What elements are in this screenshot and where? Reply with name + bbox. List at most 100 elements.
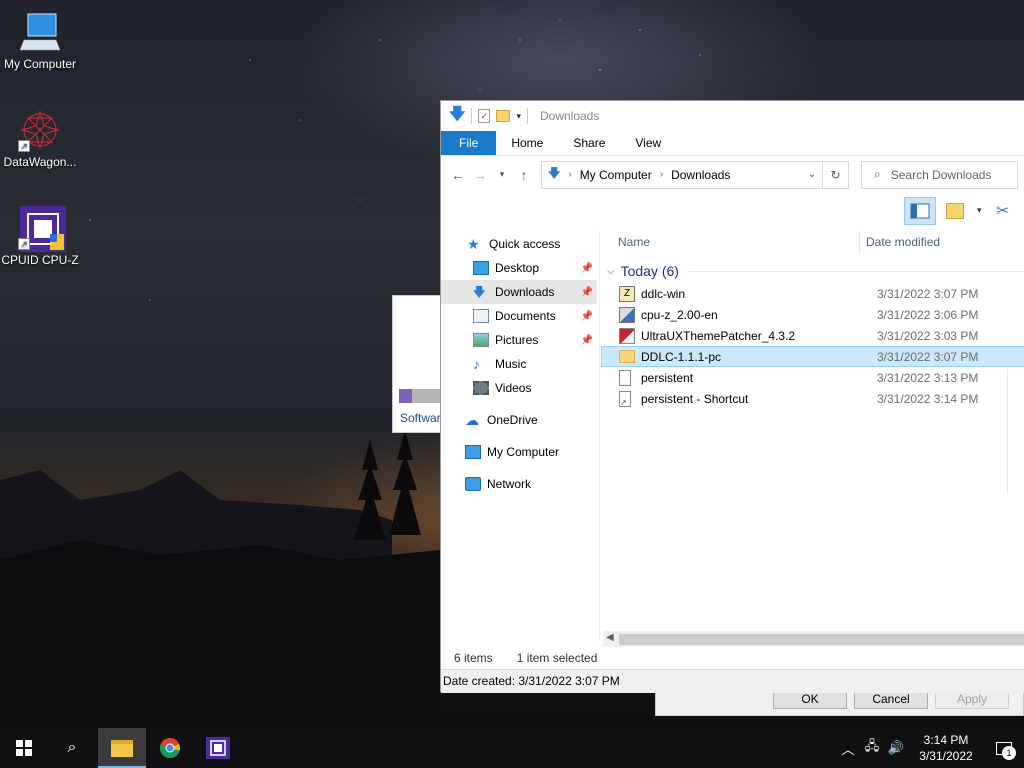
address-row: ← → ▾ ↑ 🡇 › My Computer › Downloads ⌄ ↻ … xyxy=(441,155,1024,193)
divider xyxy=(526,108,528,124)
preview-pane-button[interactable] xyxy=(904,197,936,225)
desktop-icon-datawagon[interactable]: ↗ DataWagon... xyxy=(0,108,80,169)
file-row[interactable]: ↗ persistent - Shortcut 3/31/2022 3:14 P… xyxy=(601,388,1024,409)
action-center-button[interactable]: 1 xyxy=(984,728,1024,768)
search-icon: ⌕ xyxy=(874,167,881,181)
breadcrumb-downloads[interactable]: Downloads xyxy=(671,168,730,182)
forward-button[interactable]: → xyxy=(469,167,491,183)
search-button[interactable]: ⌕ xyxy=(48,728,96,768)
quick-access-toolbar: 🡇 ✓ ▾ xyxy=(449,103,528,130)
tab-home[interactable]: Home xyxy=(496,131,558,155)
column-headers: Name Date modified xyxy=(601,231,1024,253)
search-placeholder: Search Downloads xyxy=(890,167,992,182)
nav-item-my-computer[interactable]: My Computer xyxy=(441,440,597,464)
file-row[interactable]: Z ddlc-win 3/31/2022 3:07 PM xyxy=(601,283,1024,304)
file-name: UltraUXThemePatcher_4.3.2 xyxy=(641,328,796,343)
nav-item-music[interactable]: ♪ Music xyxy=(441,352,597,376)
nav-item-label: Music xyxy=(495,357,527,371)
chevron-down-icon: ⌵ xyxy=(607,265,615,277)
start-button[interactable] xyxy=(0,728,48,768)
folder-icon xyxy=(619,350,635,363)
navigation-pane: ★ Quick access Desktop 📌 🡇 Downloads 📌 D… xyxy=(441,231,597,641)
nav-item-downloads[interactable]: 🡇 Downloads 📌 xyxy=(441,280,597,304)
videos-icon xyxy=(473,381,489,395)
nav-item-videos[interactable]: Videos xyxy=(441,376,597,400)
clock-date: 3/31/2022 xyxy=(919,749,973,763)
nav-item-label: Documents xyxy=(495,309,556,323)
title-bar: 🡇 ✓ ▾ Downloads xyxy=(441,101,1024,131)
nav-item-label: Videos xyxy=(495,381,532,395)
file-row[interactable]: cpu-z_2.00-en 3/31/2022 3:06 PM xyxy=(601,304,1024,325)
chrome-icon xyxy=(159,738,181,759)
file-row-selected[interactable]: DDLC-1.1.1-pc 3/31/2022 3:07 PM xyxy=(601,346,1024,367)
back-button[interactable]: ← xyxy=(447,167,469,183)
cut-icon[interactable]: ✂ xyxy=(996,201,1009,221)
star-icon: ★ xyxy=(467,236,480,252)
nav-item-label: Downloads xyxy=(495,285,555,299)
properties-icon[interactable]: ✓ xyxy=(478,109,491,123)
tab-share[interactable]: Share xyxy=(558,131,620,155)
scroll-left-icon[interactable]: ◀ xyxy=(606,632,614,643)
vertical-scrollbar[interactable] xyxy=(1007,369,1017,494)
documents-icon xyxy=(473,309,489,323)
file-date: 3/31/2022 3:13 PM xyxy=(877,370,979,385)
desktop-icon-my-computer[interactable]: My Computer xyxy=(0,10,80,71)
pin-icon: 📌 xyxy=(580,334,593,346)
datawagon-icon: ↗ xyxy=(18,108,62,152)
column-divider[interactable] xyxy=(859,231,860,253)
column-header-name[interactable]: Name xyxy=(601,235,859,249)
nav-item-label: Pictures xyxy=(495,333,539,347)
nav-item-label: Desktop xyxy=(495,261,540,275)
pane-splitter[interactable] xyxy=(599,231,600,641)
file-row[interactable]: UltraUXThemePatcher_4.3.2 3/31/2022 3:03… xyxy=(601,325,1024,346)
nav-item-onedrive[interactable]: ☁ OneDrive xyxy=(441,408,597,432)
search-input[interactable]: ⌕ Search Downloads xyxy=(861,160,1018,189)
music-icon: ♪ xyxy=(473,356,480,372)
nav-item-pictures[interactable]: Pictures 📌 xyxy=(441,328,597,352)
tab-view[interactable]: View xyxy=(620,131,676,155)
chevron-right-icon[interactable]: › xyxy=(660,169,663,180)
scrollbar-thumb[interactable] xyxy=(619,634,1024,645)
recent-locations-button[interactable]: ▾ xyxy=(491,169,513,180)
pin-icon: 📌 xyxy=(580,262,593,274)
properties-toolbar-icon[interactable] xyxy=(946,203,964,219)
tab-file[interactable]: File xyxy=(441,131,497,155)
nav-item-desktop[interactable]: Desktop 📌 xyxy=(441,256,597,280)
selection-count: 1 item selected xyxy=(516,651,598,665)
chevron-up-icon[interactable]: ︿ xyxy=(836,739,860,758)
up-button[interactable]: ↑ xyxy=(513,167,535,183)
pin-icon: 📌 xyxy=(580,310,593,322)
address-bar[interactable]: 🡇 › My Computer › Downloads ⌄ xyxy=(541,160,823,189)
file-icon xyxy=(619,369,631,386)
desktop-icon-cpuz[interactable]: ↗ CPUID CPU-Z xyxy=(0,206,80,267)
file-date: 3/31/2022 3:07 PM xyxy=(877,286,979,301)
nav-item-network[interactable]: Network xyxy=(441,472,597,496)
new-folder-icon[interactable] xyxy=(496,110,511,122)
volume-icon[interactable]: 🔊 xyxy=(884,740,908,756)
file-row[interactable]: persistent 3/31/2022 3:13 PM xyxy=(601,367,1024,388)
breadcrumb-my-computer[interactable]: My Computer xyxy=(580,168,652,182)
taskbar: ⌕ ︿ 🖧 🔊 3:14 PM 3/31/2022 1 xyxy=(0,728,1024,768)
customize-toolbar-icon[interactable]: ▾ xyxy=(516,111,521,122)
nav-item-documents[interactable]: Documents 📌 xyxy=(441,304,597,328)
group-header-today[interactable]: ⌵ Today (6) xyxy=(601,259,1024,283)
desktop-icon-label: DataWagon... xyxy=(3,155,77,169)
chevron-right-icon[interactable]: › xyxy=(568,169,571,180)
network-status-icon[interactable]: 🖧 xyxy=(860,737,884,759)
chevron-down-icon[interactable]: ▾ xyxy=(977,205,982,216)
taskbar-cpuz[interactable] xyxy=(194,728,242,768)
nav-item-label: Quick access xyxy=(489,237,561,251)
refresh-button[interactable]: ↻ xyxy=(823,160,849,189)
taskbar-file-explorer[interactable] xyxy=(98,728,146,768)
taskbar-chrome[interactable] xyxy=(146,728,194,768)
app-icon xyxy=(619,327,635,344)
nav-item-label: OneDrive xyxy=(487,413,538,427)
file-list: Name Date modified ⌵ Today (6) Z ddlc-wi… xyxy=(601,231,1024,641)
nav-item-quick-access[interactable]: ★ Quick access xyxy=(441,232,597,256)
divider xyxy=(688,270,1024,272)
horizontal-scrollbar[interactable]: ◀ xyxy=(603,631,1024,647)
column-header-date-modified[interactable]: Date modified xyxy=(866,235,940,249)
chevron-down-icon[interactable]: ⌄ xyxy=(808,169,816,180)
clock[interactable]: 3:14 PM 3/31/2022 xyxy=(914,732,978,764)
installer-icon xyxy=(619,306,635,323)
